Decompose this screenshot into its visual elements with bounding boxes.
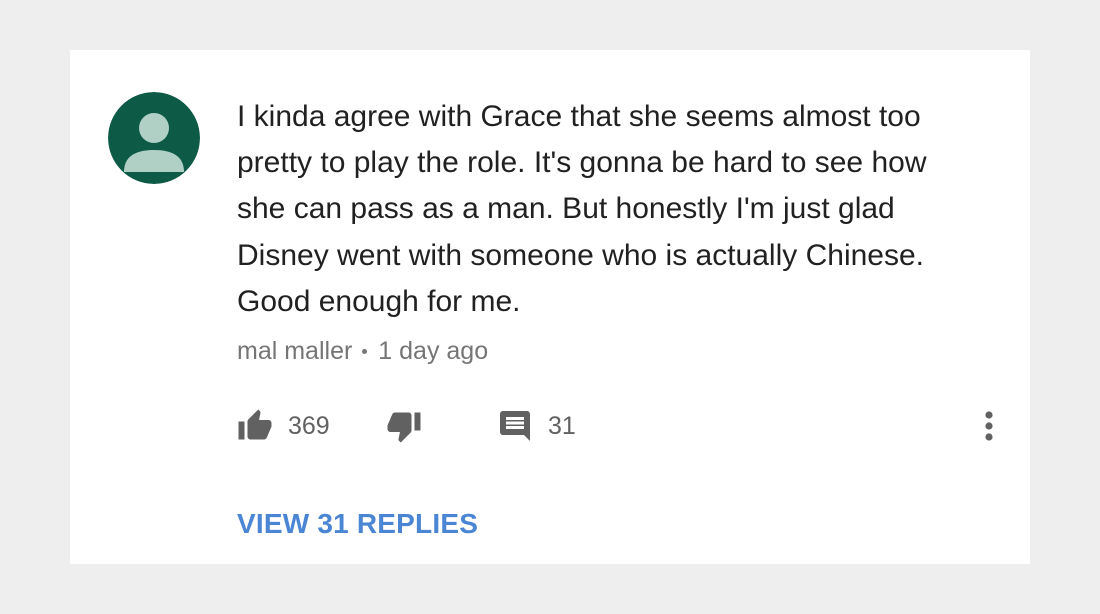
reply-count: 31 xyxy=(548,411,576,440)
avatar[interactable] xyxy=(108,92,200,184)
like-count: 369 xyxy=(288,411,330,440)
author-name[interactable]: mal maller xyxy=(237,334,352,368)
comment-icon xyxy=(500,411,530,441)
default-user-avatar-icon xyxy=(108,92,200,184)
thumbs-up-icon xyxy=(238,409,272,440)
more-vertical-icon xyxy=(985,411,993,441)
comment-timestamp: 1 day ago xyxy=(378,337,489,365)
reply-button[interactable]: 31 xyxy=(497,406,576,446)
thumbs-down-icon xyxy=(387,412,421,443)
more-options-button[interactable] xyxy=(978,406,1000,446)
comment-text: I kinda agree with Grace that she seems … xyxy=(237,100,927,318)
separator-dot xyxy=(362,348,368,354)
comment-meta: mal maller 1 day ago xyxy=(237,334,488,368)
comment-card: I kinda agree with Grace that she seems … xyxy=(70,50,1030,564)
dislike-button[interactable] xyxy=(386,406,422,446)
like-button[interactable]: 369 xyxy=(237,406,330,446)
view-replies-link[interactable]: VIEW 31 REPLIES xyxy=(237,506,478,542)
